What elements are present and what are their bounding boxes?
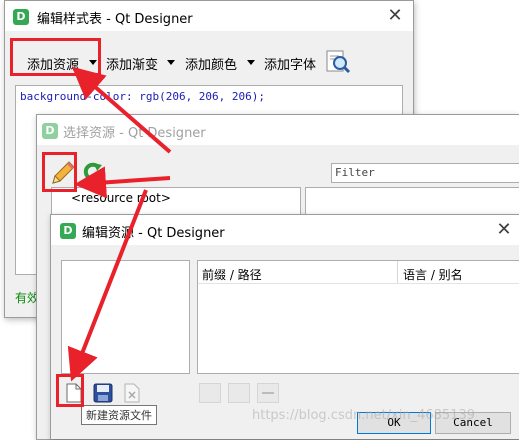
add-files-icon[interactable] bbox=[228, 383, 250, 403]
stylesheet-editor-titlebar: D 编辑样式表 - Qt Designer ✕ bbox=[5, 1, 413, 31]
prefix-path-table[interactable]: 前缀 / 路径 语言 / 别名 bbox=[197, 260, 519, 374]
edit-resource-title: 编辑资源 - Qt Designer bbox=[82, 226, 225, 241]
add-color-button[interactable]: 添加颜色 bbox=[185, 54, 237, 73]
stylesheet-editor-title: 编辑样式表 - Qt Designer bbox=[37, 12, 193, 27]
resource-files-list[interactable] bbox=[61, 260, 190, 374]
new-file-highlight-box bbox=[56, 374, 84, 407]
stylesheet-code-line: background-color: rgb(206, 206, 206); bbox=[20, 90, 266, 103]
minus-bar bbox=[262, 392, 274, 394]
add-color-dropdown-arrow-icon[interactable] bbox=[247, 60, 255, 65]
add-prefix-icon[interactable] bbox=[199, 383, 221, 403]
watermark-text: https://blog.csdn.net/xin_4685139 bbox=[252, 408, 475, 423]
add-gradient-dropdown-arrow-icon[interactable] bbox=[167, 60, 175, 65]
add-resource-highlight-box bbox=[10, 38, 101, 76]
select-resource-title: 选择资源 - Qt Designer bbox=[63, 126, 206, 141]
qt-designer-logo-icon: D bbox=[60, 223, 76, 239]
edit-resource-close-button[interactable]: ✕ bbox=[490, 217, 518, 243]
add-gradient-button[interactable]: 添加渐变 bbox=[106, 54, 158, 73]
column-divider bbox=[397, 261, 398, 283]
resource-root-item[interactable]: <resource root> bbox=[71, 191, 171, 205]
prefix-path-column-header[interactable]: 前缀 / 路径 bbox=[202, 266, 262, 283]
pencil-highlight-box bbox=[42, 152, 77, 192]
stylesheet-editor-close-button[interactable]: ✕ bbox=[381, 3, 409, 29]
language-alias-column-header[interactable]: 语言 / 别名 bbox=[403, 266, 463, 283]
add-font-button[interactable]: 添加字体 bbox=[264, 54, 316, 73]
edit-resource-titlebar: D 编辑资源 - Qt Designer ✕ bbox=[51, 215, 519, 245]
table-header-divider bbox=[198, 283, 519, 284]
resource-filter-input[interactable]: Filter bbox=[331, 163, 519, 183]
qt-designer-logo-icon: D bbox=[42, 123, 58, 139]
reload-icon[interactable] bbox=[81, 161, 103, 183]
minus-icon[interactable] bbox=[257, 383, 279, 403]
new-resource-file-tooltip: 新建资源文件 bbox=[81, 405, 157, 425]
select-resource-titlebar: D 选择资源 - Qt Designer bbox=[37, 115, 519, 145]
remove-file-icon[interactable] bbox=[123, 383, 141, 403]
magnifier-icon[interactable] bbox=[325, 49, 351, 75]
qt-designer-logo-icon: D bbox=[13, 9, 29, 25]
filter-placeholder: Filter bbox=[335, 166, 375, 179]
save-icon[interactable] bbox=[93, 383, 113, 403]
edit-resource-window: D 编辑资源 - Qt Designer ✕ 前缀 / 路径 语言 / 别名 新… bbox=[50, 214, 519, 439]
